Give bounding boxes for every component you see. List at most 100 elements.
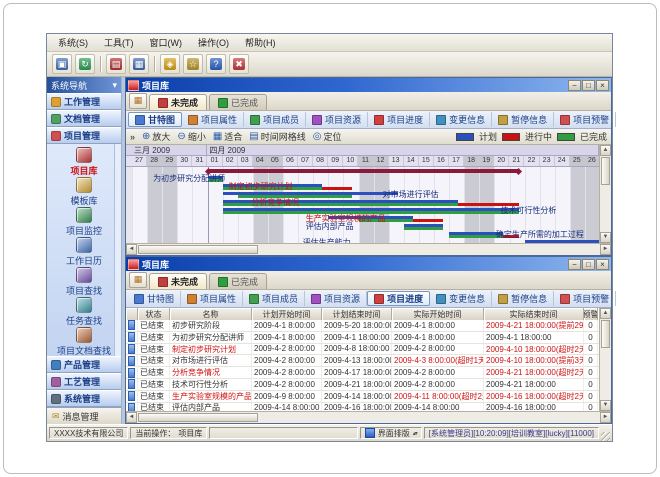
chevron-down-icon[interactable]: ▾ (112, 80, 117, 91)
sidebar-item-任务查找[interactable]: 任务查找 (47, 297, 121, 327)
table-row[interactable]: 已结束对市场进行评估2009-4-2 8:00:002009-4-13 18:0… (126, 355, 599, 367)
minimize-button[interactable]: − (568, 80, 581, 91)
scroll-right-icon[interactable]: ► (600, 412, 611, 423)
scrollbar-thumb[interactable] (138, 413, 258, 422)
vertical-scrollbar[interactable]: ▲ ▼ (599, 145, 611, 243)
sidebar-item-项目文档查找[interactable]: 项目文档查找 (47, 327, 121, 356)
table-row[interactable]: 已结束生产实验室规模的产品2009-4-9 8:00:002009-4-14 1… (126, 391, 599, 403)
detail-tab-暂停信息[interactable]: 暂停信息 (492, 291, 554, 306)
zoom-out-button[interactable]: ⊖缩小 (177, 130, 205, 143)
sidebar-group[interactable]: 工作管理 (47, 93, 121, 110)
scroll-left-icon[interactable]: ◄ (126, 244, 137, 255)
sidebar-group[interactable]: 系统管理 (47, 390, 121, 407)
toolbar-button[interactable]: ▤ (106, 54, 126, 74)
horizontal-scrollbar[interactable]: ◄ ► (126, 243, 611, 255)
scrollbar-thumb[interactable] (601, 157, 610, 185)
view-tab-已完成[interactable]: 已完成 (209, 94, 267, 110)
column-header-grip[interactable] (126, 308, 138, 320)
toolbar-button[interactable]: ↻ (75, 54, 95, 74)
minimize-button[interactable]: − (568, 259, 581, 270)
skin-selector[interactable]: 界面排版 ▴▾ (360, 427, 422, 439)
maximize-button[interactable]: □ (582, 80, 595, 91)
sidebar-item-工作日历[interactable]: 工作日历 (47, 237, 121, 267)
sidebar-group[interactable]: 产品管理 (47, 356, 121, 373)
sidebar-group[interactable]: 项目管理 (47, 127, 121, 144)
detail-tab-项目属性[interactable]: 项目属性 (181, 291, 243, 306)
table-row[interactable]: 已结束为初步研究分配讲师2009-4-1 8:00:002009-4-1 18:… (126, 332, 599, 344)
detail-tab-项目预警[interactable]: 项目预警 (554, 112, 616, 127)
view-tab-未完成[interactable]: 未完成 (149, 273, 207, 289)
close-button[interactable]: × (596, 80, 609, 91)
column-header-实际开始时间[interactable]: 实际开始时间 (392, 308, 484, 320)
sidebar-item-项目库[interactable]: 项目库 (47, 147, 121, 177)
scroll-right-icon[interactable]: ► (600, 244, 611, 255)
scroll-up-icon[interactable]: ▲ (600, 145, 611, 156)
time-gridlines-button[interactable]: ▤时间网格线 (249, 130, 305, 143)
toolbar-button[interactable]: ◈ (160, 54, 180, 74)
sidebar-item-项目监控[interactable]: 项目监控 (47, 207, 121, 237)
sidebar-group[interactable]: 工艺管理 (47, 373, 121, 390)
gantt-bar[interactable] (208, 169, 519, 173)
maximize-button[interactable]: □ (582, 259, 595, 270)
toolbar-button[interactable]: ▣ (52, 54, 72, 74)
gantt-bar[interactable] (413, 219, 443, 222)
detail-tab-项目进度[interactable]: 项目进度 (367, 291, 430, 306)
zoom-in-button[interactable]: ⊕放大 (142, 130, 170, 143)
gantt-bar[interactable] (525, 240, 599, 243)
menu-item[interactable]: 工具(T) (97, 35, 141, 50)
table-row[interactable]: 已结束评估内部产品2009-4-14 8:00:002009-4-16 18:0… (126, 403, 599, 411)
sidebar-group[interactable]: 文档管理 (47, 110, 121, 127)
detail-tab-项目进度[interactable]: 项目进度 (368, 112, 430, 127)
views-icon[interactable]: ▦ (129, 93, 147, 109)
sidebar-scrollbar[interactable] (114, 144, 121, 356)
fit-button[interactable]: ▦适合 (213, 130, 242, 143)
view-tab-未完成[interactable]: 未完成 (149, 94, 207, 110)
menu-item[interactable]: 操作(O) (191, 35, 236, 50)
window-titlebar[interactable]: 项目库 −□× (126, 257, 611, 271)
detail-tab-变更信息[interactable]: 变更信息 (430, 112, 492, 127)
detail-tab-项目预警[interactable]: 项目预警 (554, 291, 616, 306)
table-row[interactable]: 已结束技术可行性分析2009-4-2 8:00:002009-4-21 18:0… (126, 379, 599, 391)
detail-tab-暂停信息[interactable]: 暂停信息 (492, 112, 554, 127)
menu-item[interactable]: 窗口(W) (143, 35, 190, 50)
sidebar-item-模板库[interactable]: 模板库 (47, 177, 121, 207)
window-titlebar[interactable]: 项目库 −□× (126, 78, 611, 92)
locate-button[interactable]: ◎定位 (313, 130, 342, 143)
detail-tab-甘特图[interactable]: 甘特图 (128, 291, 181, 306)
views-icon[interactable]: ▦ (129, 272, 147, 288)
table-row[interactable]: 已结束制定初步研究计划2009-4-2 8:00:002009-4-8 18:0… (126, 344, 599, 356)
sidebar-tab-messages[interactable]: ✉ 消息管理 (47, 407, 121, 424)
column-header-名称[interactable]: 名称 (170, 308, 252, 320)
column-header-预警[interactable]: 预警 (584, 308, 598, 320)
table-row[interactable]: 已结束分析竞争情况2009-4-2 8:00:002009-4-17 18:00… (126, 367, 599, 379)
resize-grip[interactable] (601, 432, 610, 441)
scroll-left-icon[interactable]: ◄ (126, 412, 137, 423)
toolbar-button[interactable]: ? (206, 54, 226, 74)
toolbar-button[interactable]: ✖ (229, 54, 249, 74)
scroll-up-icon[interactable]: ▲ (600, 308, 611, 319)
scrollbar-thumb[interactable] (601, 320, 610, 348)
gantt-bar[interactable] (322, 187, 352, 190)
menu-item[interactable]: 系统(S) (51, 35, 95, 50)
toolbar-button[interactable]: ☆ (183, 54, 203, 74)
scrollbar-thumb[interactable] (138, 245, 258, 254)
detail-tab-甘特图[interactable]: 甘特图 (128, 112, 182, 127)
column-header-计划开始时间[interactable]: 计划开始时间 (252, 308, 322, 320)
table-row[interactable]: 已结束初步研究阶段2009-4-1 8:00:002009-5-20 18:00… (126, 320, 599, 332)
toolbar-button[interactable]: ▦ (129, 54, 149, 74)
view-tab-已完成[interactable]: 已完成 (209, 273, 267, 289)
detail-tab-项目资源[interactable]: 项目资源 (306, 112, 368, 127)
overflow-chevron-icon[interactable]: » (130, 132, 135, 142)
horizontal-scrollbar[interactable]: ◄ ► (126, 411, 611, 423)
sidebar-item-项目查找[interactable]: 项目查找 (47, 267, 121, 297)
detail-tab-项目资源[interactable]: 项目资源 (305, 291, 367, 306)
scroll-down-icon[interactable]: ▼ (600, 232, 611, 243)
column-header-计划结束时间[interactable]: 计划结束时间 (322, 308, 392, 320)
detail-tab-项目属性[interactable]: 项目属性 (182, 112, 244, 127)
detail-tab-项目成员[interactable]: 项目成员 (243, 291, 305, 306)
menu-item[interactable]: 帮助(H) (238, 35, 283, 50)
gantt-bar[interactable] (404, 227, 443, 230)
column-header-状态[interactable]: 状态 (138, 308, 170, 320)
detail-tab-变更信息[interactable]: 变更信息 (430, 291, 492, 306)
detail-tab-项目成员[interactable]: 项目成员 (244, 112, 306, 127)
